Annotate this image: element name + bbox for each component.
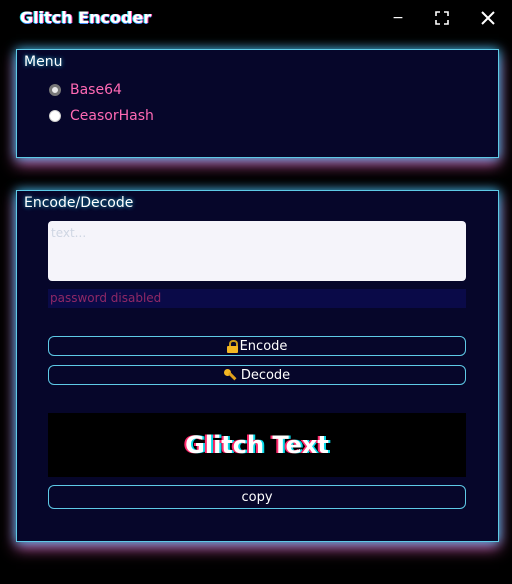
encode-button[interactable]: Encode <box>48 336 466 356</box>
radio-base64[interactable]: Base64 <box>49 80 122 100</box>
app-window: Glitch Encoder − Menu Base64 CeasorHash … <box>0 0 512 584</box>
encode-label: Encode <box>239 338 288 354</box>
menu-title: Menu <box>24 54 63 70</box>
encode-decode-panel: Encode/Decode text... password disabled … <box>16 190 499 542</box>
title-bar: Glitch Encoder − <box>0 0 512 38</box>
decode-button[interactable]: Decode <box>48 365 466 385</box>
maximize-icon <box>435 11 449 25</box>
text-input-placeholder: text... <box>51 226 87 240</box>
minimize-button[interactable]: − <box>386 6 410 30</box>
radio-ceasorhash[interactable]: CeasorHash <box>49 106 154 126</box>
maximize-button[interactable] <box>430 6 454 30</box>
output-display: Glitch Text <box>48 413 466 477</box>
password-field[interactable]: password disabled <box>48 289 466 308</box>
copy-button[interactable]: copy <box>48 485 466 509</box>
radio-button-selected[interactable] <box>49 84 61 96</box>
password-placeholder: password disabled <box>50 291 162 305</box>
copy-label: copy <box>241 489 273 505</box>
key-icon <box>223 368 238 382</box>
glitch-output-text: Glitch Text <box>185 431 329 459</box>
menu-panel: Menu Base64 CeasorHash <box>16 49 499 158</box>
text-input[interactable]: text... <box>48 221 466 281</box>
app-title: Glitch Encoder <box>20 8 152 27</box>
close-button[interactable] <box>476 6 500 30</box>
radio-label-base64: Base64 <box>70 82 122 98</box>
radio-button[interactable] <box>49 110 61 122</box>
encode-decode-title: Encode/Decode <box>24 195 134 211</box>
lock-icon <box>226 339 238 353</box>
radio-label-ceasorhash: CeasorHash <box>70 108 154 124</box>
close-icon <box>481 11 495 25</box>
decode-label: Decode <box>240 367 291 383</box>
